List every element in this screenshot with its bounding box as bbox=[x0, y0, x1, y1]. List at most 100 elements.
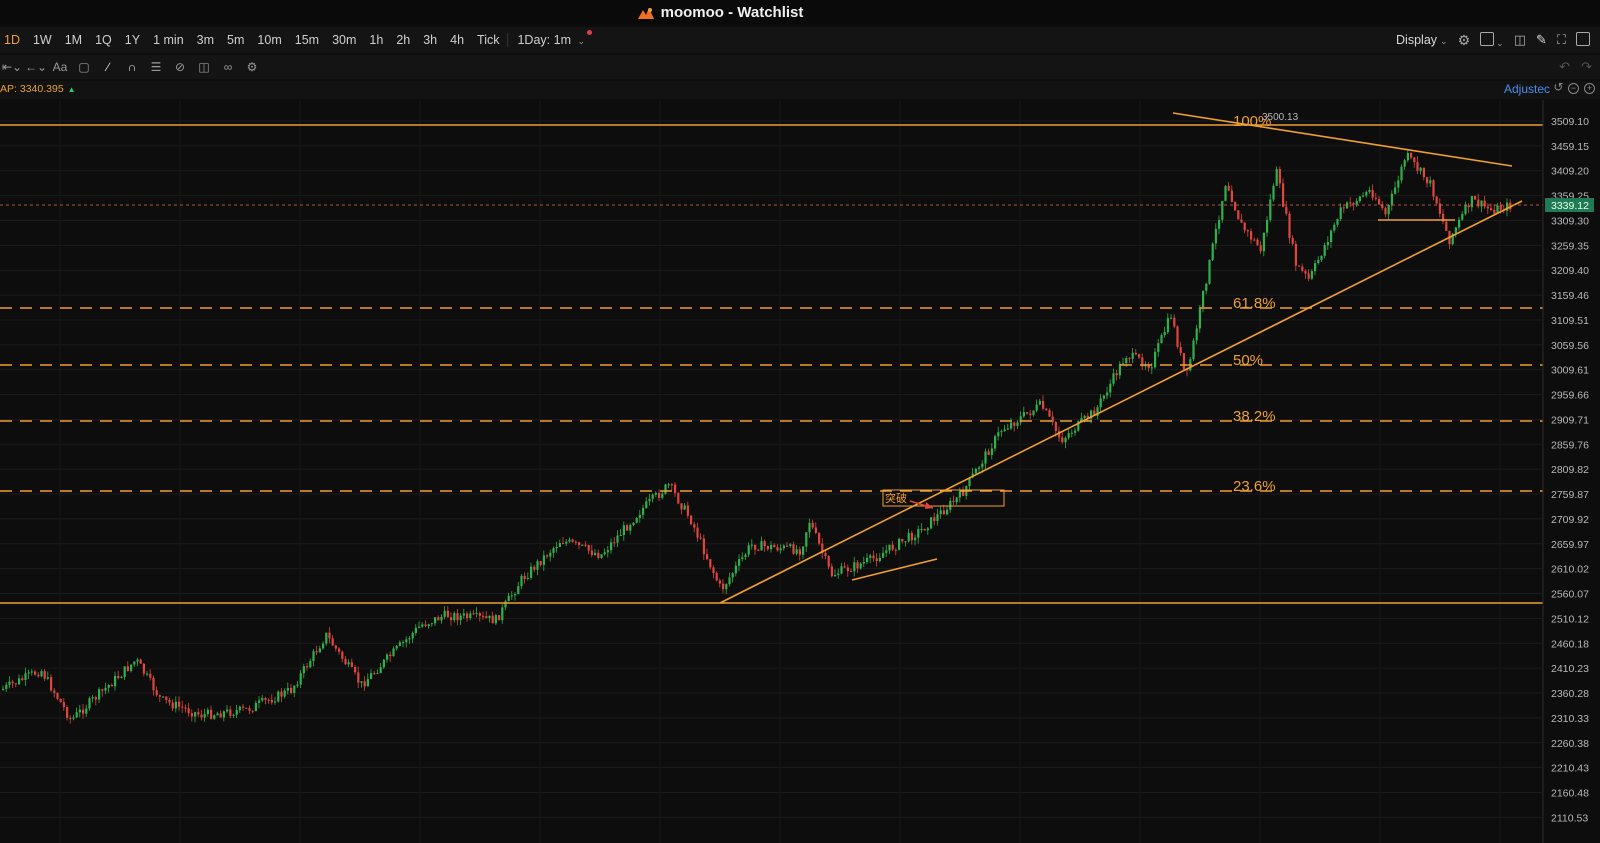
candle-body bbox=[1362, 195, 1365, 197]
comment-icon[interactable]: ▢ bbox=[76, 59, 92, 75]
candle-body bbox=[1285, 206, 1288, 214]
candle-body bbox=[1106, 392, 1109, 396]
trash-icon[interactable]: ◫ bbox=[196, 59, 212, 75]
candle-body bbox=[1467, 205, 1470, 208]
candle-body bbox=[136, 659, 139, 662]
candle-body bbox=[846, 567, 849, 572]
candle-body bbox=[1010, 422, 1013, 429]
candle-body bbox=[654, 492, 657, 495]
candle-body bbox=[626, 525, 629, 531]
candle-body bbox=[274, 701, 277, 703]
zoom-in-icon[interactable]: + bbox=[1584, 83, 1595, 94]
candle-body bbox=[1269, 199, 1272, 220]
tab-10m[interactable]: 10m bbox=[250, 33, 287, 47]
candle-body bbox=[94, 697, 97, 700]
magnet-icon[interactable]: ∩ bbox=[124, 59, 140, 75]
candle-body bbox=[853, 562, 856, 572]
candle-body bbox=[507, 595, 510, 602]
candle-body bbox=[190, 713, 193, 717]
tab-1q[interactable]: 1Q bbox=[88, 33, 118, 47]
tab-1min[interactable]: 1 min bbox=[146, 33, 190, 47]
candle-body bbox=[702, 538, 705, 555]
display-dropdown[interactable]: Display ⌄ bbox=[1396, 33, 1448, 47]
undo-icon[interactable]: ↶ bbox=[1559, 59, 1570, 75]
window-title: moomoo - Watchlist bbox=[637, 4, 803, 21]
tab-1d[interactable]: 1D bbox=[0, 33, 26, 47]
arrow-back-icon[interactable]: ←⌄ bbox=[25, 59, 47, 75]
sidebar-toggle-icon[interactable] bbox=[1576, 31, 1590, 49]
tab-tick[interactable]: Tick bbox=[470, 33, 505, 47]
tab-1y[interactable]: 1Y bbox=[118, 33, 146, 47]
tab-15m[interactable]: 15m bbox=[288, 33, 325, 47]
vwap-value: 3340.395 bbox=[19, 83, 64, 95]
tab-2h[interactable]: 2h bbox=[389, 33, 416, 47]
candle-body bbox=[1486, 206, 1489, 209]
candle-body bbox=[149, 673, 152, 678]
price-chart[interactable]: 突破 100% 3500.13 61.8% 50% 38.2% 23.6% 35… bbox=[0, 100, 1600, 843]
candle-body bbox=[382, 659, 385, 668]
candle-body bbox=[827, 556, 830, 567]
hide-icon[interactable]: ⊘ bbox=[172, 59, 188, 75]
candle-body bbox=[1045, 408, 1048, 411]
candle-body bbox=[1099, 398, 1102, 408]
width-adjust-icon[interactable]: ⇤⌄ bbox=[2, 59, 22, 75]
candle-body bbox=[837, 573, 840, 575]
candle-body bbox=[1250, 231, 1253, 240]
candle-body bbox=[638, 514, 641, 518]
candle-body bbox=[898, 538, 901, 550]
tab-4h[interactable]: 4h bbox=[443, 33, 470, 47]
reset-icon[interactable]: ↺ bbox=[1553, 81, 1564, 94]
candle-body bbox=[696, 527, 699, 538]
candle-body bbox=[338, 648, 341, 652]
candle-body bbox=[277, 691, 280, 702]
link-icon[interactable]: ∞ bbox=[220, 59, 236, 75]
candle-body bbox=[5, 684, 8, 689]
fullscreen-icon[interactable]: ⛶ bbox=[1557, 32, 1566, 48]
redo-icon[interactable]: ↷ bbox=[1581, 59, 1592, 75]
zoom-out-icon[interactable]: − bbox=[1568, 83, 1579, 94]
candle-body bbox=[517, 586, 520, 595]
gear-icon[interactable]: ⚙ bbox=[1458, 32, 1471, 49]
candle-body bbox=[770, 544, 773, 550]
adjusted-toggle[interactable]: Adjustec bbox=[1504, 82, 1550, 96]
custom-timeframe-dropdown[interactable]: 1Day: 1m ⌄ bbox=[510, 30, 593, 47]
candle-body bbox=[1349, 202, 1352, 204]
high-price-label: 3500.13 bbox=[1262, 112, 1299, 123]
price-axis[interactable]: 3509.103459.153409.203359.253309.303259.… bbox=[1551, 116, 1589, 824]
display-label: Display bbox=[1396, 33, 1438, 47]
candle-body bbox=[1422, 167, 1425, 178]
candle-body bbox=[427, 624, 430, 627]
tab-30m[interactable]: 30m bbox=[325, 33, 362, 47]
candle-body bbox=[443, 610, 446, 617]
layout-dropdown[interactable]: ⌄ bbox=[1480, 31, 1504, 49]
candle-body bbox=[1320, 255, 1323, 260]
pencil-icon[interactable]: ✎ bbox=[1536, 32, 1547, 48]
candle-body bbox=[1464, 205, 1467, 215]
camera-icon[interactable]: ◫ bbox=[1514, 32, 1526, 48]
candle-body bbox=[56, 693, 59, 699]
tab-1w[interactable]: 1W bbox=[26, 33, 58, 47]
candle-body bbox=[462, 613, 465, 616]
candle-body bbox=[424, 624, 427, 627]
candle-body bbox=[242, 706, 245, 708]
trend-line-icon[interactable]: ∕ bbox=[100, 59, 116, 75]
tab-3m[interactable]: 3m bbox=[190, 33, 220, 47]
tab-1h[interactable]: 1h bbox=[362, 33, 389, 47]
candle-body bbox=[888, 544, 891, 551]
layers-icon[interactable]: ☰ bbox=[148, 59, 164, 75]
candle-body bbox=[734, 565, 737, 574]
candle-body bbox=[50, 677, 53, 691]
tab-3h[interactable]: 3h bbox=[416, 33, 443, 47]
tab-1m[interactable]: 1M bbox=[58, 33, 88, 47]
tab-5m[interactable]: 5m bbox=[220, 33, 250, 47]
candle-body bbox=[1413, 157, 1416, 163]
settings-icon[interactable]: ⚙ bbox=[244, 59, 260, 75]
chevron-down-icon: ⌄ bbox=[577, 36, 586, 46]
candle-body bbox=[555, 546, 558, 549]
text-tool-icon[interactable]: Aa bbox=[52, 59, 68, 75]
candle-body bbox=[30, 671, 33, 673]
candle-body bbox=[1163, 332, 1166, 336]
candle-body bbox=[670, 484, 673, 486]
candle-body bbox=[523, 575, 526, 579]
candle-body bbox=[1230, 190, 1233, 203]
